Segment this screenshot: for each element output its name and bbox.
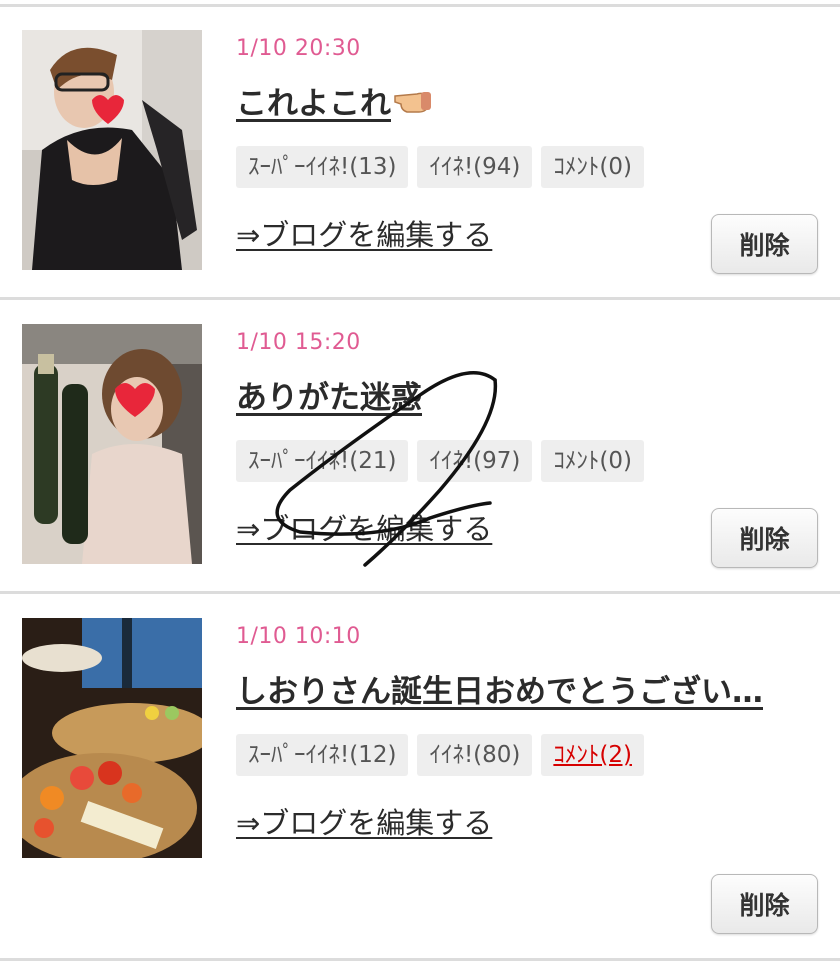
comment-badge[interactable]: ｺﾒﾝﾄ(2) [541, 734, 644, 776]
divider [0, 958, 840, 961]
super-like-badge[interactable]: ｽｰﾊﾟｰｲｲﾈ!(21) [236, 440, 409, 482]
post-title[interactable]: ありがた迷惑 [236, 372, 826, 417]
post-thumbnail[interactable] [22, 618, 202, 858]
like-badge[interactable]: ｲｲﾈ!(97) [417, 440, 533, 482]
post-thumbnail[interactable] [22, 324, 202, 564]
blog-post-2: 1/10 15:20 ありがた迷惑 ｽｰﾊﾟｰｲｲﾈ!(21) ｲｲﾈ!(97)… [0, 300, 840, 590]
reaction-badges: ｽｰﾊﾟｰｲｲﾈ!(13) ｲｲﾈ!(94) ｺﾒﾝﾄ(0) [236, 146, 644, 188]
pointing-hand-icon [393, 82, 433, 122]
post-date: 1/10 20:30 [236, 36, 361, 61]
delete-button[interactable]: 削除 [711, 214, 818, 274]
blog-post-3: 1/10 10:10 しおりさん誕生日おめでとうござい… ｽｰﾊﾟｰｲｲﾈ!(1… [0, 594, 840, 934]
post-thumbnail[interactable] [22, 30, 202, 270]
delete-button[interactable]: 削除 [711, 508, 818, 568]
super-like-badge[interactable]: ｽｰﾊﾟｰｲｲﾈ!(13) [236, 146, 409, 188]
post-title-text: これよこれ [236, 86, 391, 122]
post-title[interactable]: これよこれ [236, 78, 826, 123]
like-badge[interactable]: ｲｲﾈ!(94) [417, 146, 533, 188]
edit-blog-link[interactable]: ⇒ブログを編集する [236, 506, 492, 548]
edit-blog-link[interactable]: ⇒ブログを編集する [236, 800, 492, 842]
post-title[interactable]: しおりさん誕生日おめでとうござい… [236, 666, 826, 711]
edit-blog-link[interactable]: ⇒ブログを編集する [236, 212, 492, 254]
post-date: 1/10 15:20 [236, 330, 361, 355]
like-badge[interactable]: ｲｲﾈ!(80) [417, 734, 533, 776]
super-like-badge[interactable]: ｽｰﾊﾟｰｲｲﾈ!(12) [236, 734, 409, 776]
reaction-badges: ｽｰﾊﾟｰｲｲﾈ!(12) ｲｲﾈ!(80) ｺﾒﾝﾄ(2) [236, 734, 644, 776]
post-date: 1/10 10:10 [236, 624, 361, 649]
reaction-badges: ｽｰﾊﾟｰｲｲﾈ!(21) ｲｲﾈ!(97) ｺﾒﾝﾄ(0) [236, 440, 644, 482]
comment-badge[interactable]: ｺﾒﾝﾄ(0) [541, 440, 644, 482]
comment-badge[interactable]: ｺﾒﾝﾄ(0) [541, 146, 644, 188]
delete-button[interactable]: 削除 [711, 874, 818, 934]
blog-post-list: 1/10 20:30 これよこれ ｽｰﾊﾟｰｲｲﾈ!(13) ｲｲﾈ!(94) … [0, 0, 840, 966]
blog-post-1: 1/10 20:30 これよこれ ｽｰﾊﾟｰｲｲﾈ!(13) ｲｲﾈ!(94) … [0, 6, 840, 296]
